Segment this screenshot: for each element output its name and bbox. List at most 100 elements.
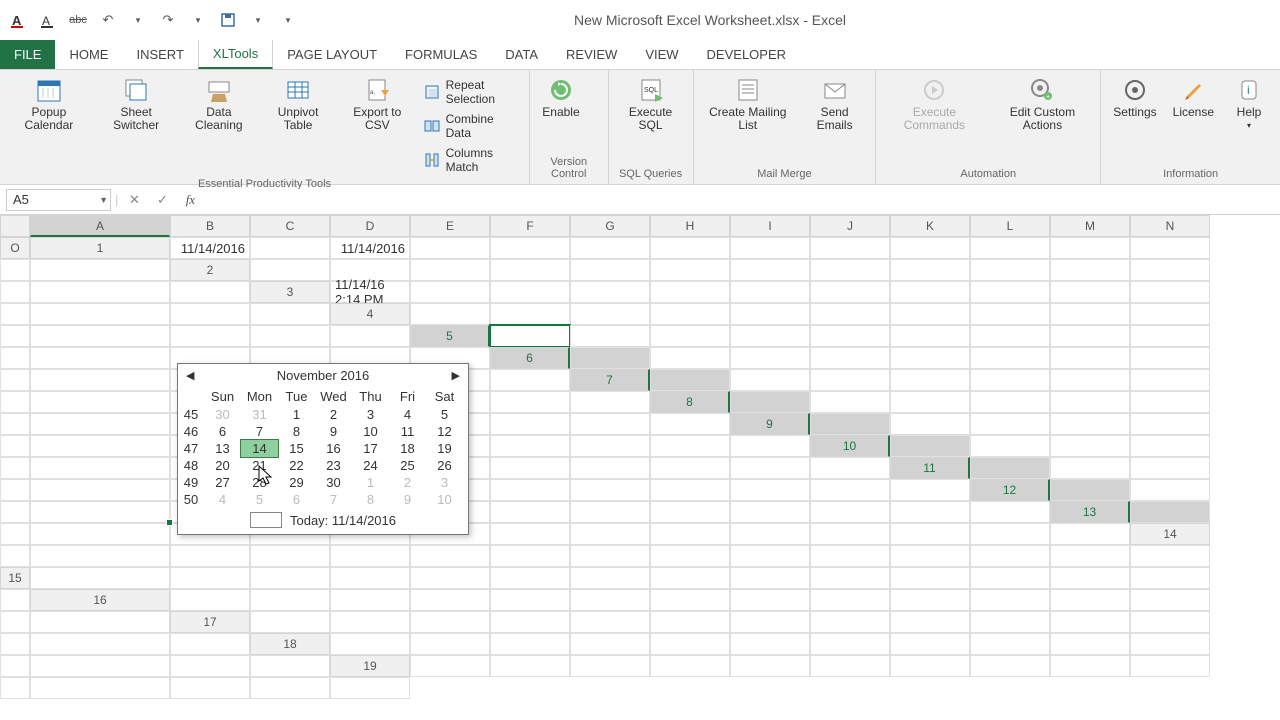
cell[interactable] [890,633,970,655]
cell[interactable] [1050,303,1130,325]
tab-view[interactable]: VIEW [631,40,692,69]
execute-commands-button[interactable]: Execute Commands [882,72,986,136]
cell[interactable] [1130,655,1210,677]
calendar-day[interactable]: 28 [241,474,278,491]
font-color-icon-2[interactable]: A [38,10,58,30]
cell[interactable] [890,589,970,611]
cell[interactable] [890,391,970,413]
cell[interactable] [1050,567,1130,589]
cell[interactable] [570,501,650,523]
cell[interactable]: 11/14/2016 [330,237,410,259]
cell[interactable] [650,237,730,259]
cell[interactable] [250,303,330,325]
cell[interactable] [30,479,170,501]
cell[interactable] [730,347,810,369]
cell[interactable] [330,325,410,347]
cell[interactable] [730,611,810,633]
cell[interactable] [810,501,890,523]
cell[interactable] [30,567,170,589]
calendar-day[interactable]: 8 [278,423,315,440]
cell[interactable] [0,391,30,413]
cell[interactable] [490,501,570,523]
cell[interactable] [490,259,570,281]
tab-home[interactable]: HOME [55,40,122,69]
cell[interactable] [570,281,650,303]
calendar-day[interactable]: 1 [352,474,389,491]
row-header[interactable]: 14 [1130,523,1210,545]
cell[interactable] [890,611,970,633]
cell[interactable] [890,479,970,501]
cell[interactable] [30,435,170,457]
calendar-day[interactable]: 24 [352,457,389,474]
cell[interactable] [0,611,30,633]
calendar-day[interactable]: 15 [278,440,315,457]
cell[interactable] [890,347,970,369]
cell[interactable] [730,369,810,391]
cell[interactable] [0,347,30,369]
row-header[interactable]: 7 [570,369,650,391]
cell[interactable] [1130,391,1210,413]
calendar-day[interactable]: 7 [241,423,278,440]
columns-match-button[interactable]: Columns Match [420,144,523,176]
cell[interactable] [1050,457,1130,479]
cell[interactable] [330,633,410,655]
cell[interactable] [250,567,330,589]
tab-insert[interactable]: INSERT [122,40,197,69]
calendar-day[interactable]: 10 [352,423,389,440]
license-button[interactable]: License [1167,72,1220,123]
cell[interactable] [650,369,730,391]
dropdown-icon[interactable]: ▾ [248,10,268,30]
execute-sql-button[interactable]: SQLExecute SQL [615,72,687,136]
cell[interactable] [0,677,30,699]
cell[interactable] [1050,281,1130,303]
cell[interactable] [1050,391,1130,413]
cell[interactable] [30,281,170,303]
calendar-day[interactable]: 14 [241,440,278,457]
cell[interactable] [410,281,490,303]
cell[interactable] [1130,303,1210,325]
cell[interactable] [1130,347,1210,369]
cell[interactable] [490,567,570,589]
row-header[interactable]: 4 [330,303,410,325]
cell[interactable] [1050,435,1130,457]
enable-button[interactable]: Enable [536,72,586,123]
cell[interactable] [0,303,30,325]
cell[interactable] [490,589,570,611]
cell[interactable] [30,633,170,655]
cell[interactable] [0,457,30,479]
chevron-down-icon[interactable]: ▼ [99,195,108,205]
cell[interactable] [570,347,650,369]
cell[interactable] [30,347,170,369]
cell[interactable] [490,545,570,567]
cell[interactable] [1130,611,1210,633]
cell[interactable] [730,259,810,281]
cell[interactable] [970,457,1050,479]
cell[interactable] [1050,369,1130,391]
cell[interactable] [650,633,730,655]
cell[interactable] [570,391,650,413]
cell[interactable] [1050,413,1130,435]
cell[interactable] [890,413,970,435]
calendar-day[interactable]: 16 [315,440,352,457]
cell[interactable] [730,479,810,501]
row-header[interactable]: 16 [30,589,170,611]
calendar-day[interactable]: 4 [389,406,426,423]
cell[interactable] [810,303,890,325]
cell[interactable] [410,589,490,611]
cell[interactable] [650,281,730,303]
cell[interactable] [410,545,490,567]
cell[interactable] [490,369,570,391]
cell[interactable] [890,567,970,589]
cell[interactable]: 11/14/2016 [170,237,250,259]
calendar-day[interactable]: 26 [426,457,463,474]
row-header[interactable]: 17 [170,611,250,633]
cell[interactable] [170,677,250,699]
calendar-day[interactable]: 1 [278,406,315,423]
cell[interactable] [650,479,730,501]
cell[interactable]: 11/14/16 2:14 PM [330,281,410,303]
cell[interactable] [490,633,570,655]
cell[interactable] [570,303,650,325]
cell[interactable] [30,391,170,413]
cell[interactable] [1050,347,1130,369]
col-header[interactable]: M [1050,215,1130,237]
